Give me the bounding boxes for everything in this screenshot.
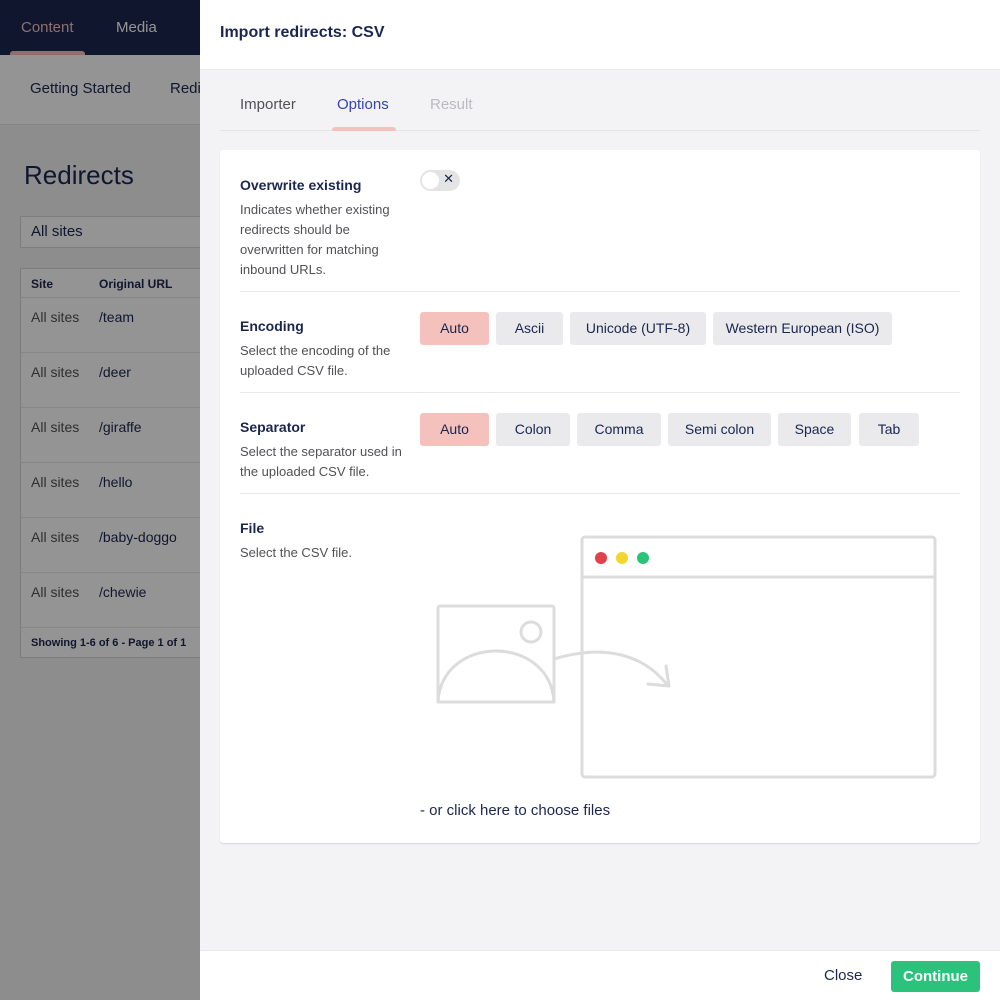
toggle-knob [422,172,439,189]
window-dot-green [637,552,649,564]
tab-result: Result [430,96,473,113]
browser-window-icon [580,535,937,779]
separator-description: Select the separator used in the uploade… [240,444,402,479]
encoding-description: Select the encoding of the uploaded CSV … [240,343,391,378]
options-panel: Overwrite existing Indicates whether exi… [220,150,980,843]
separator-option-space[interactable]: Space [778,413,851,446]
tab-importer[interactable]: Importer [240,96,296,113]
file-description: Select the CSV file. [240,545,352,560]
overwrite-label: Overwrite existing [240,177,362,193]
dialog-title: Import redirects: CSV [220,24,385,41]
dialog-tabs: Importer Options Result [220,70,980,131]
divider [240,392,960,393]
active-tab-indicator [332,127,396,131]
close-button[interactable]: Close [824,967,862,984]
overwrite-description: Indicates whether existing redirects sho… [240,202,390,277]
dialog-header: Import redirects: CSV [200,0,1000,70]
file-dropzone-illustration[interactable] [434,534,938,782]
separator-option-semicolon[interactable]: Semi colon [668,413,771,446]
separator-label: Separator [240,419,306,435]
dialog-footer: Close Continue [200,950,1000,1000]
encoding-label: Encoding [240,318,304,334]
separator-option-colon[interactable]: Colon [496,413,570,446]
tab-options[interactable]: Options [337,96,389,113]
encoding-option-utf8[interactable]: Unicode (UTF-8) [570,312,706,345]
separator-option-tab[interactable]: Tab [859,413,919,446]
encoding-option-auto[interactable]: Auto [420,312,489,345]
separator-option-auto[interactable]: Auto [420,413,489,446]
file-label: File [240,520,265,536]
encoding-option-ascii[interactable]: Ascii [496,312,563,345]
window-dot-red [595,552,607,564]
overwrite-toggle[interactable]: ✕ [420,170,460,191]
continue-button[interactable]: Continue [891,961,980,992]
close-icon: ✕ [443,171,454,186]
choose-files-link[interactable]: - or click here to choose files [420,802,610,819]
divider [240,493,960,494]
encoding-option-iso[interactable]: Western European (ISO) [713,312,892,345]
image-icon [436,604,556,704]
arrow-icon [552,650,670,688]
divider [240,291,960,292]
import-dialog: Import redirects: CSV Importer Options R… [200,0,1000,1000]
window-dot-yellow [616,552,628,564]
separator-option-comma[interactable]: Comma [577,413,661,446]
